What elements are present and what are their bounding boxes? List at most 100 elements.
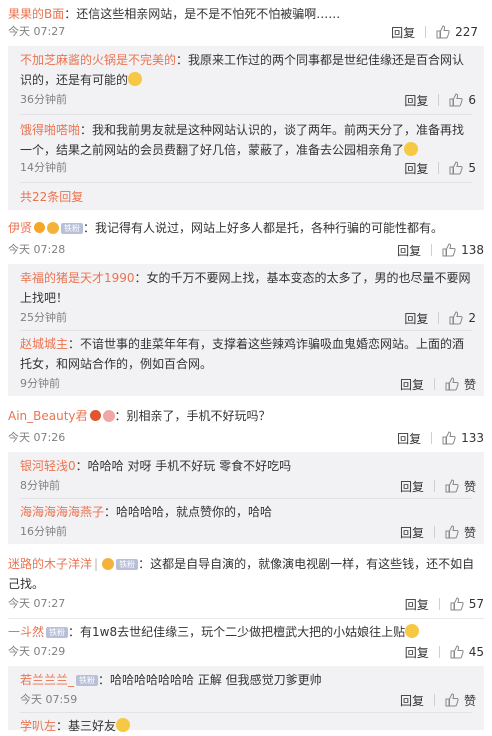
like-button[interactable]: 赞: [445, 524, 476, 541]
like-count: 2: [468, 311, 476, 325]
like-count: 45: [468, 645, 484, 659]
reply-button[interactable]: 回复: [400, 478, 424, 495]
like-count: 138: [461, 243, 484, 257]
reply-button[interactable]: 回复: [391, 24, 415, 41]
reply-actions: 回复 赞: [400, 524, 476, 540]
divider: [20, 712, 472, 713]
separator: |: [94, 557, 99, 571]
username[interactable]: 学叭左: [20, 719, 56, 733]
fan-badge: 铁粉: [46, 627, 69, 638]
comment-actions: 回复 57: [405, 596, 484, 612]
username[interactable]: 迷路的木子洋洋: [8, 557, 92, 571]
like-count: 赞: [463, 377, 476, 392]
timestamp: 今天 07:59: [20, 693, 78, 706]
reply-item: 赵城城主：不谙世事的韭菜年年有，支撑着这些辣鸡诈骗吸血鬼婚恋网站。上面的酒托女，…: [20, 334, 476, 374]
thumbs-up-icon: [442, 243, 456, 257]
divider: [433, 480, 435, 492]
v-badge-icon: [89, 410, 101, 421]
like-button[interactable]: 赞: [445, 376, 476, 393]
thumbs-up-icon: [445, 525, 459, 539]
fan-badge: 铁粉: [116, 559, 139, 570]
divider: [425, 26, 427, 38]
timestamp: 今天 07:29: [8, 645, 66, 658]
like-button[interactable]: 赞: [445, 478, 476, 495]
username[interactable]: 海海海海海燕子: [20, 505, 104, 519]
reply-button[interactable]: 回复: [405, 644, 429, 661]
timestamp: 今天 07:27: [8, 597, 66, 610]
reply-button[interactable]: 回复: [400, 524, 424, 541]
like-button[interactable]: 57: [450, 597, 484, 611]
like-button[interactable]: 45: [450, 645, 484, 659]
thumbs-up-icon: [445, 693, 459, 707]
reply-button[interactable]: 回复: [400, 692, 424, 709]
like-button[interactable]: 2: [449, 311, 476, 325]
username[interactable]: 一斗然: [8, 625, 44, 639]
timestamp: 9分钟前: [20, 377, 60, 390]
divider: [431, 432, 433, 444]
reply-item: 海海海海海燕子：哈哈哈哈，就点赞你的，哈哈: [20, 502, 476, 522]
medal-icon: [102, 410, 115, 422]
like-button[interactable]: 5: [449, 161, 476, 175]
reply-button[interactable]: 回复: [405, 596, 429, 613]
username[interactable]: 银河轻浅0: [20, 459, 76, 473]
timestamp: 14分钟前: [20, 161, 67, 174]
timestamp: 今天 07:28: [8, 243, 66, 256]
reply-item: 幸福的猪是天才1990：女的千万不要网上找，基本变态的太多了，男的也尽量不要网上…: [20, 268, 476, 308]
like-count: 5: [468, 161, 476, 175]
timestamp: 36分钟前: [20, 93, 67, 106]
like-button[interactable]: 赞: [445, 692, 476, 709]
thumbs-up-icon: [445, 479, 459, 493]
reply-item: 银河轻浅0：哈哈哈 对呀 手机不好玩 零食不好吃吗: [20, 456, 476, 476]
like-count: 赞: [463, 693, 476, 708]
comment: 一斗然 铁粉 ：有1w8去世纪佳缘三，玩个二少做把檀武大把的小姑娘往上贴: [8, 622, 484, 642]
username[interactable]: 赵城城主: [20, 337, 68, 351]
timestamp: 今天 07:26: [8, 431, 66, 444]
divider: [431, 244, 433, 256]
like-count: 227: [455, 25, 478, 39]
timestamp: 今天 07:27: [8, 25, 66, 38]
reply-button[interactable]: 回复: [404, 92, 428, 109]
like-count: 133: [461, 431, 484, 445]
comment-text: ：还信这些相亲网站，是不是不怕死不怕被骗啊……: [64, 7, 341, 21]
laugh-emoji-icon: [404, 142, 419, 156]
reply-actions: 回复 6: [404, 92, 476, 108]
reply-text: ：基三好友: [56, 719, 117, 733]
reply-button[interactable]: 回复: [400, 376, 424, 393]
divider: [438, 646, 440, 658]
divider: [8, 618, 484, 619]
reply-list: 幸福的猪是天才1990：女的千万不要网上找，基本变态的太多了，男的也尽量不要网上…: [8, 264, 484, 396]
comment-actions: 回复 45: [405, 644, 484, 660]
username[interactable]: 不加芝麻酱的火锅是不完美的: [20, 53, 176, 67]
reply-list: 银河轻浅0：哈哈哈 对呀 手机不好玩 零食不好吃吗 8分钟前 回复 赞 海海海海…: [8, 452, 484, 544]
divider: [20, 498, 472, 499]
thumbs-up-icon: [450, 597, 464, 611]
divider: [433, 378, 435, 390]
comment: 伊贤 铁粉 ：我记得有人说过，网站上好多人都是托，各种行骗的可能性都有。: [8, 218, 484, 238]
timestamp: 16分钟前: [20, 525, 67, 538]
like-button[interactable]: 227: [436, 25, 478, 39]
thumbs-up-icon: [450, 645, 464, 659]
like-button[interactable]: 6: [449, 93, 476, 107]
username[interactable]: Ain_Beauty君: [8, 409, 88, 423]
comment-actions: 回复 227: [391, 24, 478, 40]
more-replies-link[interactable]: 共22条回复: [20, 188, 83, 205]
comment-actions: 回复 138: [397, 242, 484, 258]
divider: [438, 312, 440, 324]
reply-button[interactable]: 回复: [404, 310, 428, 327]
username[interactable]: 饿得啪嗒啪: [20, 123, 80, 137]
divider: [20, 182, 472, 183]
like-button[interactable]: 138: [442, 243, 484, 257]
username[interactable]: 伊贤: [8, 221, 32, 235]
username[interactable]: 幸福的猪是天才1990: [20, 271, 135, 285]
reply-text: ：我和我前男友就是这种网站认识的，谈了两年。前两天分了，准备再找一个，结果之前网…: [20, 123, 465, 157]
username[interactable]: 若兰兰兰_: [20, 673, 74, 687]
like-button[interactable]: 133: [442, 431, 484, 445]
reply-button[interactable]: 回复: [397, 430, 421, 447]
like-count: 赞: [463, 525, 476, 540]
reply-text: ：哈哈哈 对呀 手机不好玩 零食不好吃吗: [75, 459, 292, 473]
reply-button[interactable]: 回复: [397, 242, 421, 259]
divider: [438, 162, 440, 174]
reply-button[interactable]: 回复: [404, 160, 428, 177]
divider: [20, 330, 472, 331]
username[interactable]: 果果的B面: [8, 7, 64, 21]
